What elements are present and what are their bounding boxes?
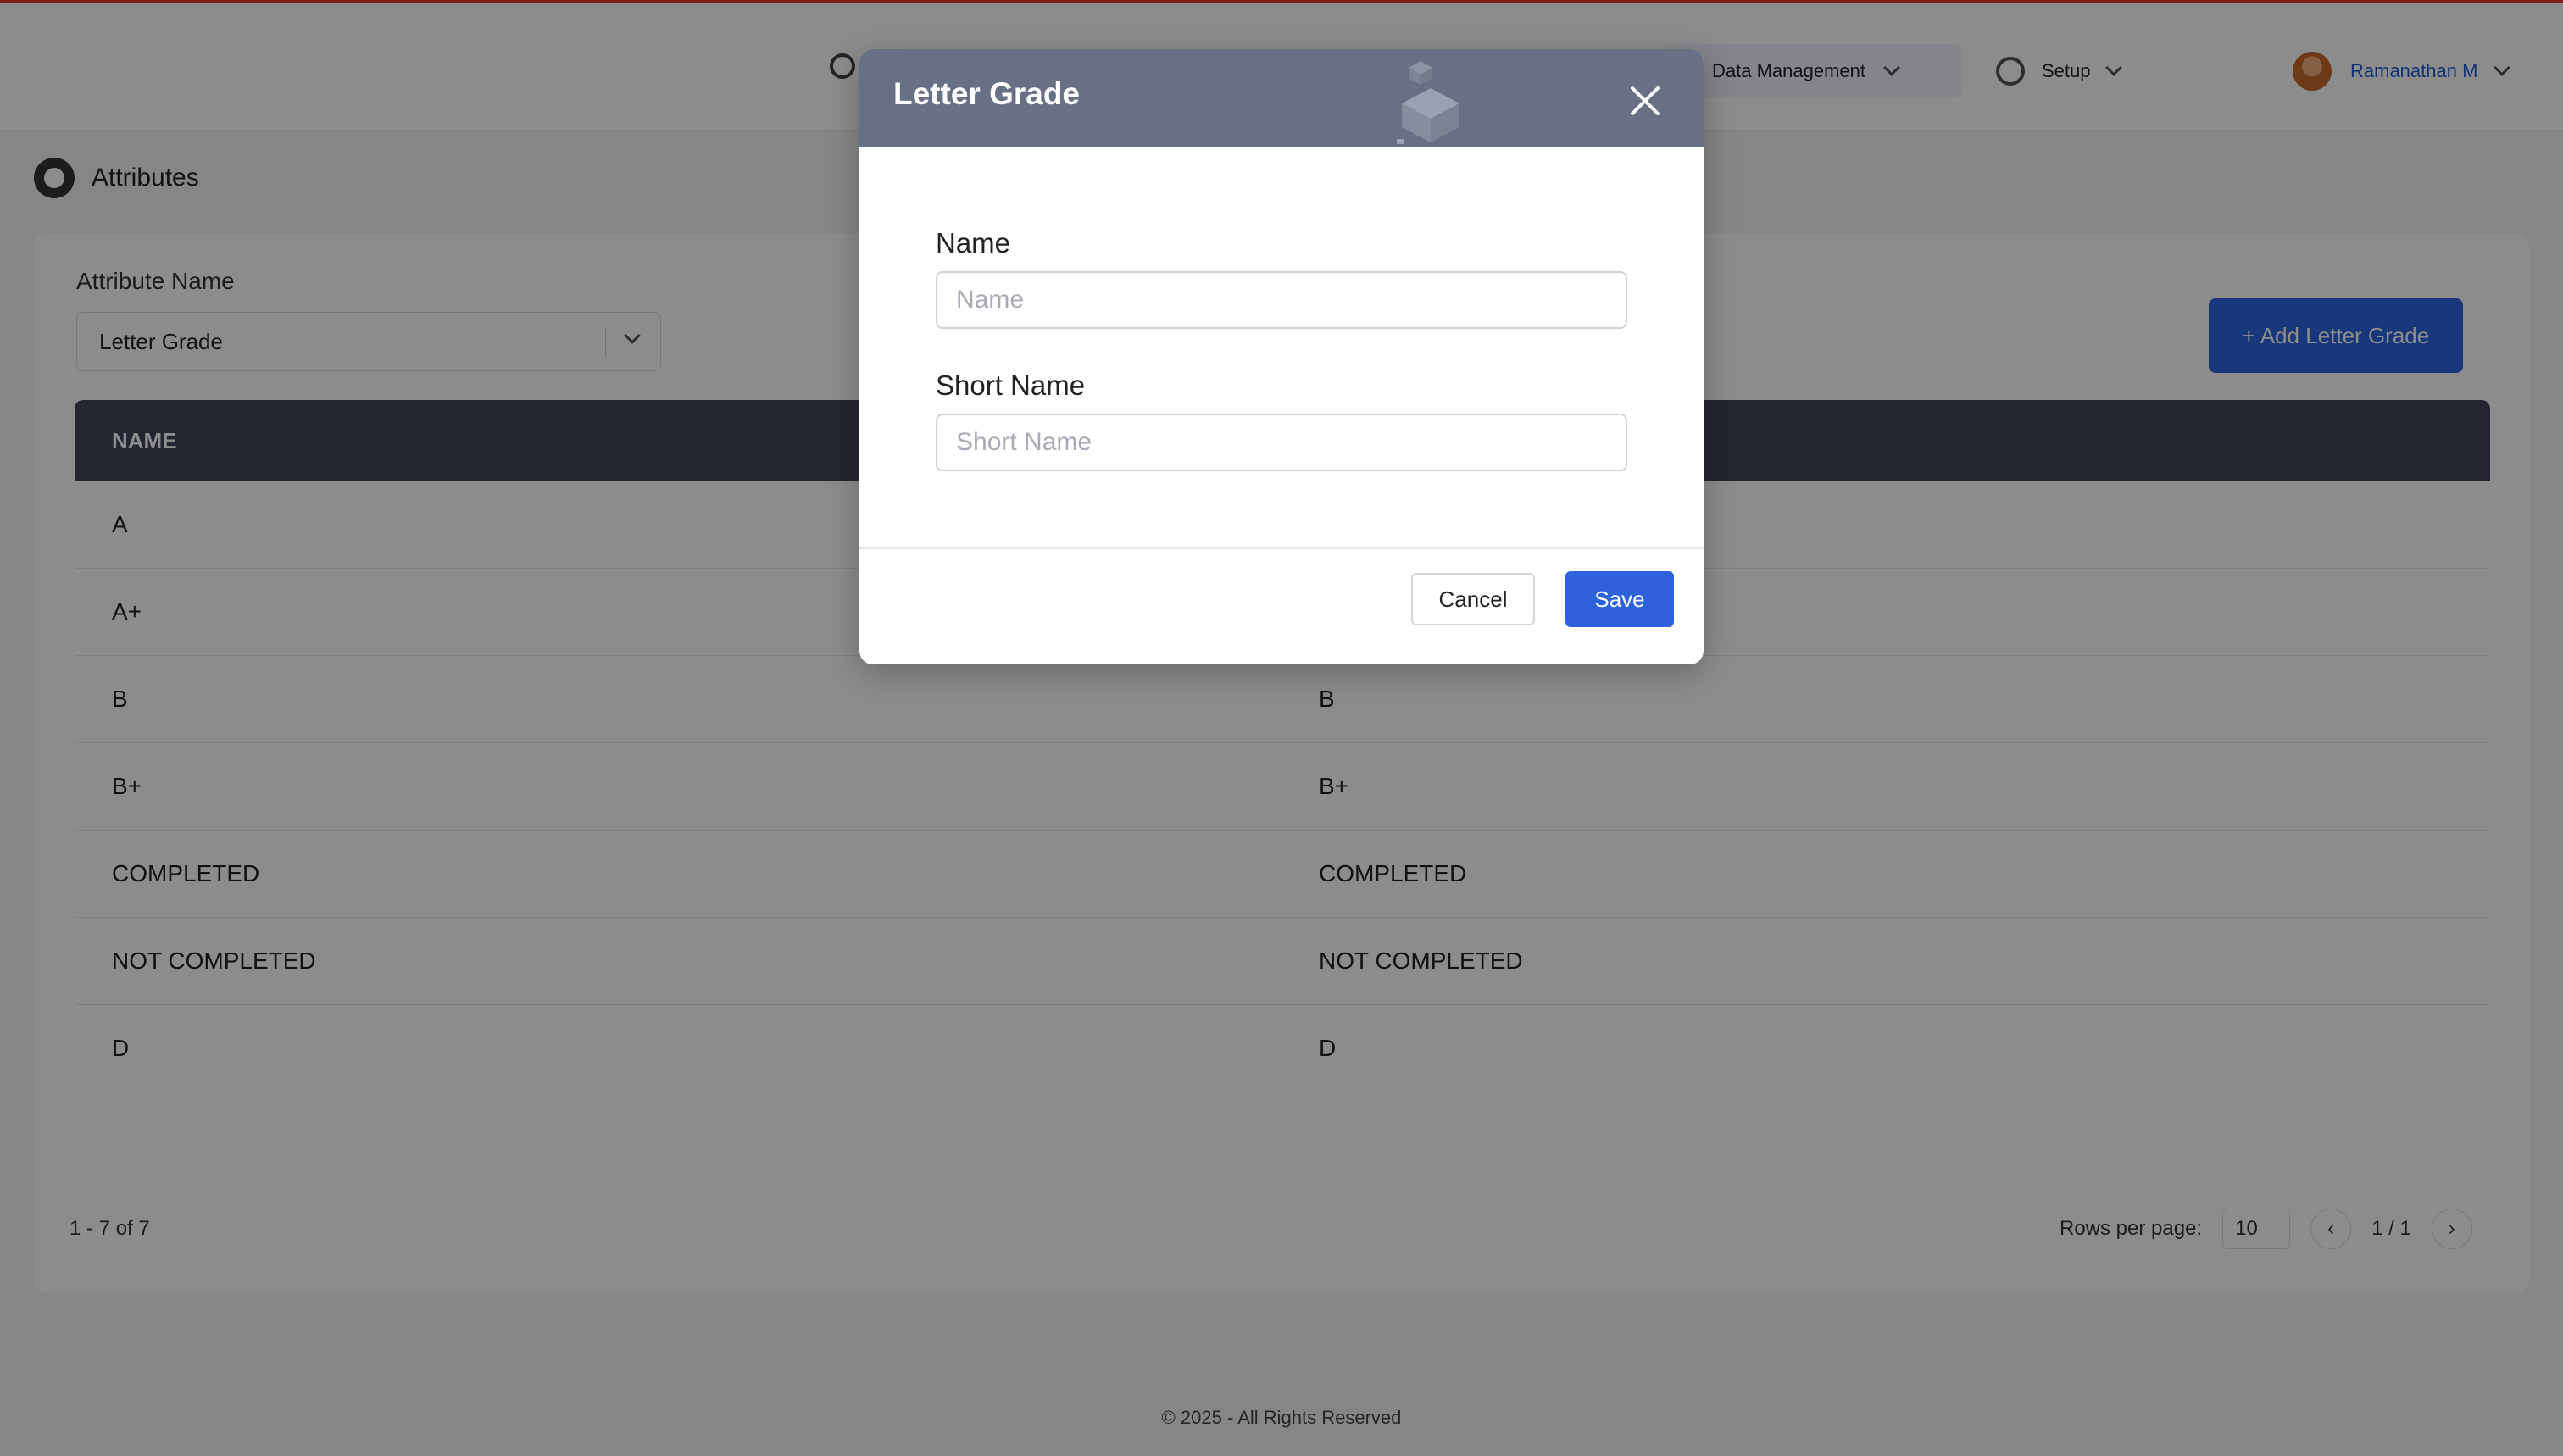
letter-grade-modal: Letter Grade Name Short Name Cancel Save (859, 49, 1704, 664)
cancel-button[interactable]: Cancel (1411, 573, 1535, 625)
name-label: Name (936, 227, 1011, 258)
short-name-label: Short Name (936, 370, 1086, 401)
cube-decoration-icon (1397, 61, 1459, 144)
modal-footer-divider (859, 547, 1704, 549)
modal-header: Letter Grade (859, 49, 1704, 147)
save-button[interactable]: Save (1565, 571, 1674, 627)
close-icon[interactable] (1624, 80, 1666, 122)
short-name-input[interactable] (936, 414, 1627, 471)
modal-title: Letter Grade (893, 76, 1081, 111)
name-input[interactable] (936, 271, 1627, 329)
